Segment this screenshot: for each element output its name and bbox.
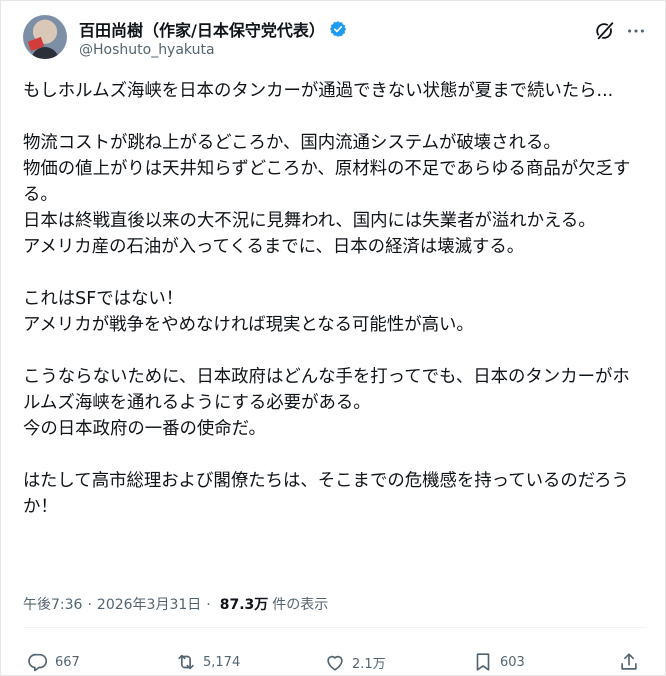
author-display-name[interactable]: 百田尚樹（作家/日本保守党代表） bbox=[79, 17, 325, 41]
share-button[interactable] bbox=[618, 651, 640, 673]
more-options-icon[interactable] bbox=[625, 20, 647, 42]
repost-button[interactable]: 5,174 bbox=[175, 651, 240, 673]
avatar[interactable] bbox=[23, 15, 67, 59]
bookmark-icon bbox=[476, 653, 490, 671]
bookmark-count: 603 bbox=[500, 654, 525, 670]
divider bbox=[23, 627, 647, 628]
reply-count: 667 bbox=[55, 654, 80, 670]
heart-icon bbox=[327, 655, 343, 671]
bookmark-button[interactable]: 603 bbox=[472, 651, 525, 673]
author-handle[interactable]: @Hoshuto_hyakuta bbox=[79, 42, 215, 58]
views-count: 87.3万 bbox=[219, 597, 269, 613]
author-name-row: 百田尚樹（作家/日本保守党代表） bbox=[79, 17, 347, 41]
reply-icon bbox=[28, 653, 48, 672]
tweet-meta: 午後7:36 · 2026年3月31日 · 87.3万 件の表示 bbox=[23, 594, 328, 614]
tweet-date[interactable]: 2026年3月31日 bbox=[97, 594, 201, 614]
verified-badge-icon bbox=[329, 21, 346, 37]
tweet-card: 百田尚樹（作家/日本保守党代表） @Hoshuto_hyakuta もしホルムズ… bbox=[0, 0, 666, 676]
like-button[interactable]: 2.1万 bbox=[324, 651, 386, 673]
grok-icon[interactable] bbox=[594, 20, 616, 42]
like-count: 2.1万 bbox=[352, 656, 386, 672]
tweet-time[interactable]: 午後7:36 bbox=[23, 594, 82, 614]
share-icon bbox=[621, 653, 637, 670]
tweet-text: もしホルムズ海峡を日本のタンカーが通過できない状態が夏まで続いたら... 物流コ… bbox=[23, 81, 631, 517]
meta-separator: · bbox=[87, 597, 92, 613]
repost-icon bbox=[178, 654, 194, 670]
views-label: 件の表示 bbox=[272, 597, 329, 613]
meta-separator-2: · bbox=[206, 597, 211, 613]
repost-count: 5,174 bbox=[203, 654, 241, 670]
reply-button[interactable]: 667 bbox=[27, 651, 80, 673]
